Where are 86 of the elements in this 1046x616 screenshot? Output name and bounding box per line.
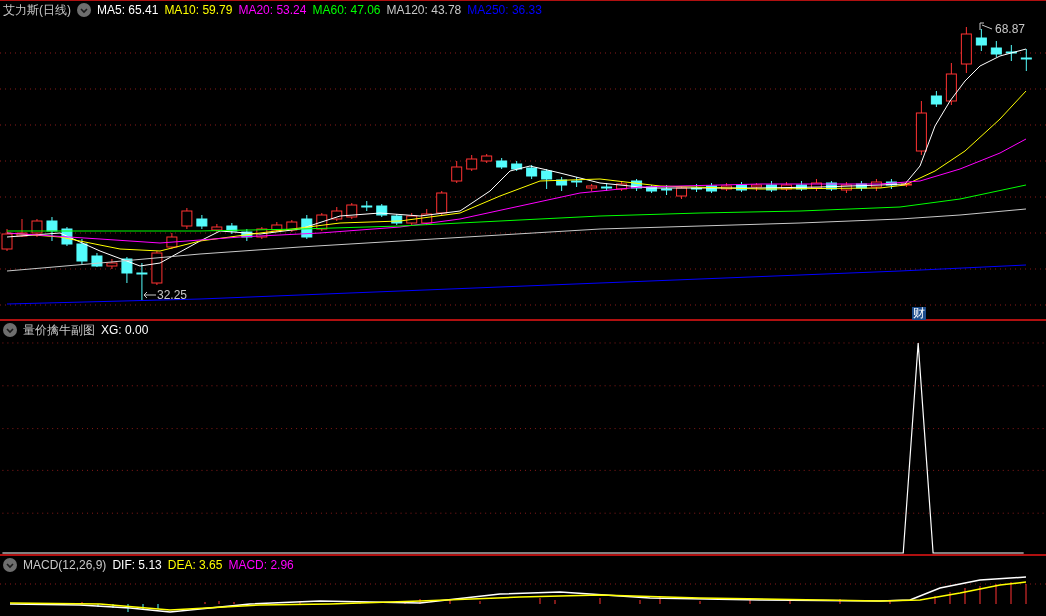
candlestick (915, 100, 927, 156)
chart-title: 艾力斯(日线) (3, 1, 71, 19)
candlestick (481, 153, 493, 164)
candlestick (196, 214, 208, 230)
candlestick (421, 208, 433, 226)
candlestick (795, 180, 807, 192)
candlestick (451, 160, 463, 184)
indicator-reading: MA5: 65.41 (97, 3, 159, 17)
candlestick (286, 219, 298, 233)
event-marker[interactable]: 财 (912, 307, 926, 320)
candlestick (885, 178, 897, 190)
candlestick (211, 223, 223, 233)
candlestick (930, 90, 942, 108)
candlestick (256, 226, 268, 240)
candlestick (601, 182, 613, 192)
candlestick (301, 214, 313, 240)
candlestick (990, 40, 1002, 58)
candlestick (346, 202, 358, 220)
candlestick (616, 180, 628, 192)
candlestick (1005, 44, 1017, 62)
candlestick (571, 176, 583, 188)
price-label: 32.25 (157, 288, 188, 302)
chevron-down-icon[interactable] (3, 558, 17, 572)
candlestick (736, 181, 747, 193)
chart-title: MACD(12,26,9) (23, 558, 107, 572)
indicator-reading: DIF: 5.13 (112, 558, 162, 572)
candlestick (181, 207, 193, 230)
indicator-reading: DEA: 3.65 (167, 558, 223, 572)
candlestick (945, 62, 957, 106)
chevron-down-icon[interactable] (77, 3, 91, 17)
candlestick (106, 258, 118, 270)
candlestick (631, 178, 643, 192)
candlestick (1020, 48, 1032, 72)
candlestick (76, 238, 88, 266)
candlestick (391, 213, 403, 226)
candlestick (466, 154, 478, 172)
candlestick (46, 216, 58, 242)
candlestick (691, 183, 703, 193)
candlestick (586, 183, 598, 192)
candlestick (855, 180, 867, 192)
candlestick (361, 200, 373, 212)
candlestick (436, 190, 448, 216)
candlestick (496, 157, 508, 170)
candlestick (975, 28, 987, 52)
candlestick (16, 218, 28, 238)
candlestick (960, 26, 972, 74)
indicator-reading: XG: 0.00 (101, 323, 149, 337)
indicator-reading: MACD: 2.96 (228, 558, 294, 572)
candlestick (781, 181, 792, 192)
indicator-reading: MA60: 47.06 (312, 3, 381, 17)
candlestick (526, 164, 538, 180)
indicator-reading: MA250: 36.33 (467, 3, 542, 17)
candlestick (751, 182, 762, 192)
candlestick (166, 232, 178, 250)
indicator-reading: MA120: 43.78 (386, 3, 462, 17)
candlestick (61, 226, 73, 247)
chevron-down-icon[interactable] (3, 323, 17, 337)
candlestick (706, 182, 718, 194)
candlestick (556, 176, 568, 192)
candlestick (810, 178, 822, 192)
leader-arrow-icon (979, 22, 993, 32)
candlestick (406, 212, 418, 226)
candlestick (721, 182, 732, 192)
candlestick (151, 250, 163, 286)
candlestick (825, 180, 837, 192)
candlestick (376, 203, 388, 218)
price-label: 68.87 (995, 22, 1026, 36)
candlestick (766, 180, 777, 193)
candlestick (226, 222, 238, 235)
candlestick (331, 206, 343, 222)
leader-arrow-icon (143, 291, 157, 299)
candlestick (136, 262, 148, 302)
candlestick (31, 218, 43, 238)
candlestick (241, 228, 253, 242)
indicator-reading: MA10: 59.79 (164, 3, 233, 17)
candlestick (511, 160, 523, 172)
candlestick (271, 221, 283, 233)
candlestick (91, 252, 103, 268)
indicator-reading: MA20: 53.24 (238, 3, 307, 17)
candlestick (541, 168, 553, 190)
candlestick (661, 184, 673, 196)
candlestick (840, 181, 852, 194)
candlestick (870, 178, 882, 192)
candlestick (121, 256, 133, 284)
chart-title: 量价擒牛副图 (23, 321, 95, 339)
candlestick (316, 212, 328, 232)
